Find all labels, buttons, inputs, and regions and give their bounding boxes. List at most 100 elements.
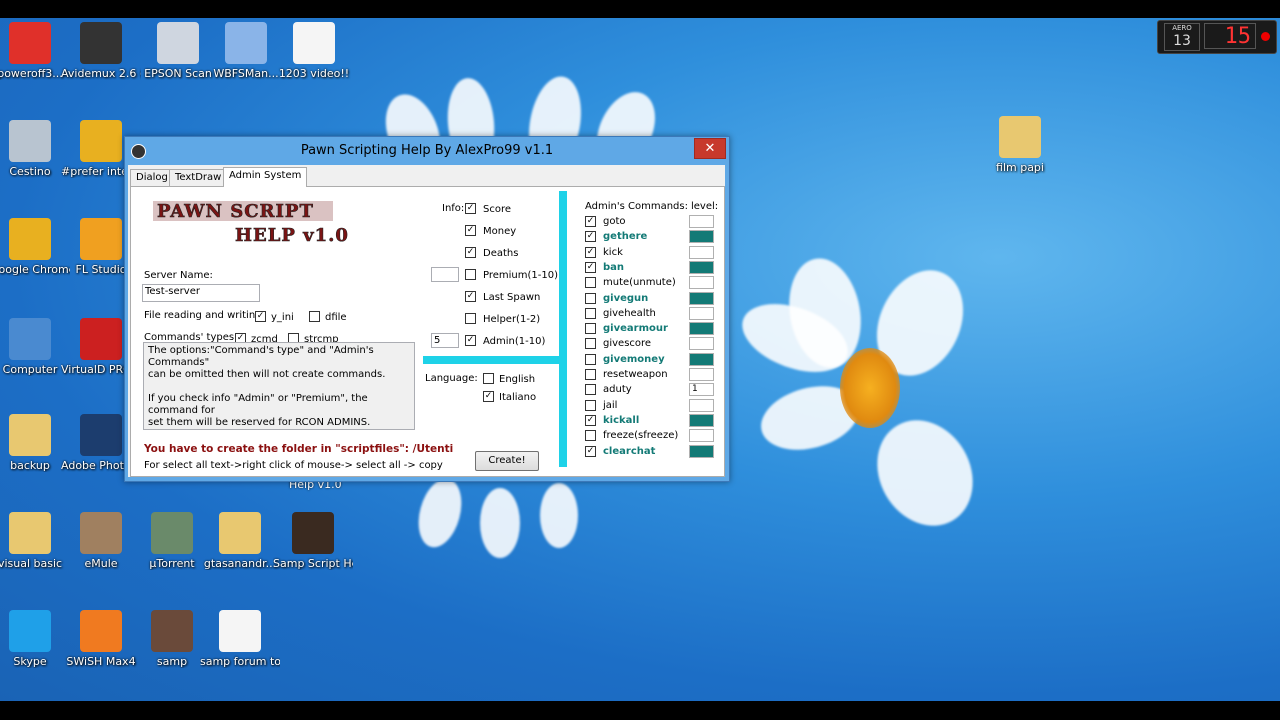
desktop-icon[interactable]: SWiSH Max4 [61, 610, 141, 668]
command-level-input[interactable] [689, 291, 714, 305]
command-label: aduty [603, 384, 632, 396]
italiano-checkbox[interactable]: ✓ [483, 391, 494, 402]
separator-bar [559, 191, 567, 467]
desktop-icon[interactable]: backup [0, 414, 70, 472]
command-checkbox[interactable]: ✓ [585, 414, 596, 426]
desktop-shortcut-icon [80, 318, 122, 360]
command-checkbox[interactable]: ✓ [585, 261, 596, 273]
warning-text: You have to create the folder in "script… [144, 443, 454, 455]
aero-small-display: AERO 13 [1164, 23, 1200, 51]
info-checkbox[interactable] [465, 313, 476, 324]
info-memo[interactable]: The options:"Command's type" and "Admin'… [143, 342, 415, 430]
command-level-input[interactable] [689, 322, 714, 336]
desktop-icon[interactable]: Google Chrome [0, 218, 70, 276]
command-checkbox[interactable] [585, 292, 596, 304]
command-checkbox[interactable] [585, 399, 596, 411]
desktop-shortcut-icon [80, 512, 122, 554]
command-label: givehealth [603, 307, 656, 319]
command-level-input[interactable] [689, 337, 714, 351]
desktop-icon[interactable]: poweroff3... [0, 22, 70, 80]
desktop-shortcut-icon [80, 22, 122, 64]
y-ini-checkbox[interactable]: ✓ [255, 311, 266, 322]
info-label-item: Helper(1-2) [483, 314, 541, 325]
info-label-item: Admin(1-10) [483, 336, 546, 347]
info-checkbox[interactable]: ✓ [465, 203, 476, 214]
desktop-icon[interactable]: samp forum tool [200, 610, 280, 668]
info-checkbox[interactable]: ✓ [465, 247, 476, 258]
command-checkbox[interactable]: ✓ [585, 231, 596, 243]
info-label-item: Deaths [483, 248, 519, 259]
command-level-input[interactable] [689, 245, 714, 259]
tab-textdraw[interactable]: TextDraw [169, 169, 228, 187]
desktop-icon[interactable]: Skype [0, 610, 70, 668]
desktop-shortcut-icon [9, 120, 51, 162]
command-checkbox[interactable]: ✓ [585, 216, 596, 227]
command-level-input[interactable] [689, 413, 714, 427]
desktop-icon[interactable]: Computer [0, 318, 70, 376]
command-checkbox[interactable] [585, 277, 596, 289]
info-value-input[interactable] [431, 267, 459, 282]
desktop-icon[interactable]: eMule [61, 512, 141, 570]
command-label: gethere [603, 231, 648, 243]
desktop-icon[interactable]: 1203 video!! [274, 22, 354, 80]
info-checkbox[interactable] [465, 269, 476, 280]
desktop-icon-label: backup [10, 459, 50, 472]
command-checkbox[interactable]: ✓ [585, 445, 596, 457]
command-checkbox[interactable]: ✓ [585, 246, 596, 258]
command-level-input[interactable] [689, 398, 714, 412]
desktop-icon[interactable]: gtasanandr... [200, 512, 280, 570]
command-label: mute(unmute) [603, 277, 676, 289]
command-level-input[interactable]: 1 [689, 383, 714, 397]
command-label: givemoney [603, 353, 665, 365]
create-button[interactable]: Create! [475, 451, 539, 471]
command-label: kick [603, 246, 623, 258]
aero-clock-widget[interactable]: AERO 13 15 [1157, 20, 1277, 54]
command-level-input[interactable] [689, 276, 714, 290]
desktop-icon[interactable]: visual basic [0, 512, 70, 570]
desktop-icon[interactable]: Avidemux 2.6 (32-bit) [61, 22, 141, 80]
desktop-shortcut-icon [80, 414, 122, 456]
close-button[interactable]: ✕ [694, 138, 726, 159]
command-level-input[interactable] [689, 444, 714, 458]
command-level-input[interactable] [689, 352, 714, 366]
desktop-shortcut-icon [151, 610, 193, 652]
tab-dialog[interactable]: Dialog [130, 169, 174, 187]
info-label: Info: [442, 203, 465, 214]
command-checkbox[interactable] [585, 353, 596, 365]
desktop-icon[interactable]: Samp Script Help v1.0 [273, 512, 353, 570]
desktop-icon-label: samp forum tool [200, 655, 280, 668]
command-level-input[interactable] [689, 215, 714, 228]
command-checkbox[interactable] [585, 323, 596, 335]
command-label: freeze(sfreeze) [603, 430, 679, 442]
command-level-input[interactable] [689, 429, 714, 443]
command-level-input[interactable] [689, 306, 714, 320]
window-client: Dialog TextDraw Admin System PAWN SCRIPT… [128, 165, 725, 477]
info-checkbox[interactable]: ✓ [465, 335, 476, 346]
info-value-input[interactable]: 5 [431, 333, 459, 348]
info-checkbox[interactable]: ✓ [465, 291, 476, 302]
command-label: jail [603, 399, 618, 411]
command-checkbox[interactable] [585, 430, 596, 442]
command-level-input[interactable] [689, 260, 714, 274]
desktop-icon[interactable]: Cestino [0, 120, 70, 178]
command-level-input[interactable] [689, 368, 714, 381]
desktop-shortcut-icon [9, 610, 51, 652]
tab-admin-system[interactable]: Admin System [223, 167, 308, 187]
desktop-icon-label: Cestino [9, 165, 51, 178]
command-level-input[interactable] [689, 230, 714, 244]
server-name-input[interactable]: Test-server [142, 284, 260, 302]
english-checkbox[interactable] [483, 373, 494, 384]
desktop-icon[interactable]: film papi [980, 116, 1060, 174]
command-label: kickall [603, 414, 640, 426]
command-checkbox[interactable] [585, 307, 596, 319]
desktop-icon-label: eMule [84, 557, 118, 570]
info-checkbox[interactable]: ✓ [465, 225, 476, 236]
command-checkbox[interactable] [585, 369, 596, 380]
desktop-shortcut-icon [9, 318, 51, 360]
wallpaper-petal [480, 488, 520, 558]
command-checkbox[interactable] [585, 338, 596, 350]
admin-commands-label: Admin's Commands: [585, 201, 688, 212]
dfile-label: dfile [325, 312, 347, 323]
dfile-checkbox[interactable] [309, 311, 320, 322]
command-checkbox[interactable] [585, 384, 596, 396]
